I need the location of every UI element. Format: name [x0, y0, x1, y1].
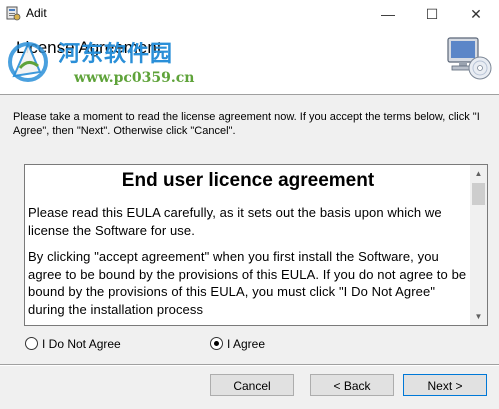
- minimize-button[interactable]: —: [366, 0, 410, 30]
- footer-divider: [0, 364, 499, 366]
- eula-heading: End user licence agreement: [121, 170, 375, 191]
- radio-label-disagree[interactable]: I Do Not Agree: [42, 337, 121, 351]
- title-bar[interactable]: Adit — ☐ ✕: [0, 0, 499, 30]
- cancel-button[interactable]: Cancel: [210, 374, 294, 396]
- radio-button-unselected[interactable]: [25, 337, 38, 350]
- installer-app-icon: [6, 6, 21, 21]
- window-title: Adit: [26, 6, 47, 20]
- eula-scrollbar[interactable]: ▲ ▼: [470, 165, 487, 325]
- watermark: 河东软件园 www.pc0359.cn: [4, 32, 224, 92]
- computer-cd-icon: [447, 37, 492, 80]
- instructions-text: Please take a moment to read the license…: [13, 111, 480, 137]
- wizard-header: License Agreement 河东软件园 www.pc0359.cn: [0, 30, 499, 95]
- watermark-logo-icon: [8, 41, 48, 82]
- eula-paragraph-1: Please read this EULA carefully, as it s…: [28, 205, 442, 238]
- radio-label-agree[interactable]: I Agree: [227, 337, 265, 351]
- radio-button-selected[interactable]: [210, 337, 223, 350]
- scroll-down-arrow-icon[interactable]: ▼: [470, 308, 487, 325]
- watermark-chinese-text: 河东软件园: [58, 41, 174, 67]
- radio-i-agree[interactable]: I Agree: [210, 337, 270, 351]
- maximize-button[interactable]: ☐: [410, 0, 454, 30]
- back-button[interactable]: < Back: [310, 374, 394, 396]
- close-button[interactable]: ✕: [454, 0, 498, 30]
- watermark-url: www.pc0359.cn: [74, 70, 195, 86]
- eula-paragraph-2: By clicking "accept agreement" when you …: [28, 249, 467, 317]
- eula-textbox[interactable]: End user licence agreement Please read t…: [24, 164, 488, 326]
- installer-window: Adit — ☐ ✕ License Agreement 河东软件园 www.p…: [0, 0, 499, 409]
- next-button[interactable]: Next >: [403, 374, 487, 396]
- scroll-thumb[interactable]: [472, 183, 485, 205]
- radio-i-do-not-agree[interactable]: I Do Not Agree: [25, 337, 125, 351]
- radio-selected-dot: [214, 341, 219, 346]
- eula-content: End user licence agreement Please read t…: [28, 170, 468, 325]
- scroll-up-arrow-icon[interactable]: ▲: [470, 165, 487, 182]
